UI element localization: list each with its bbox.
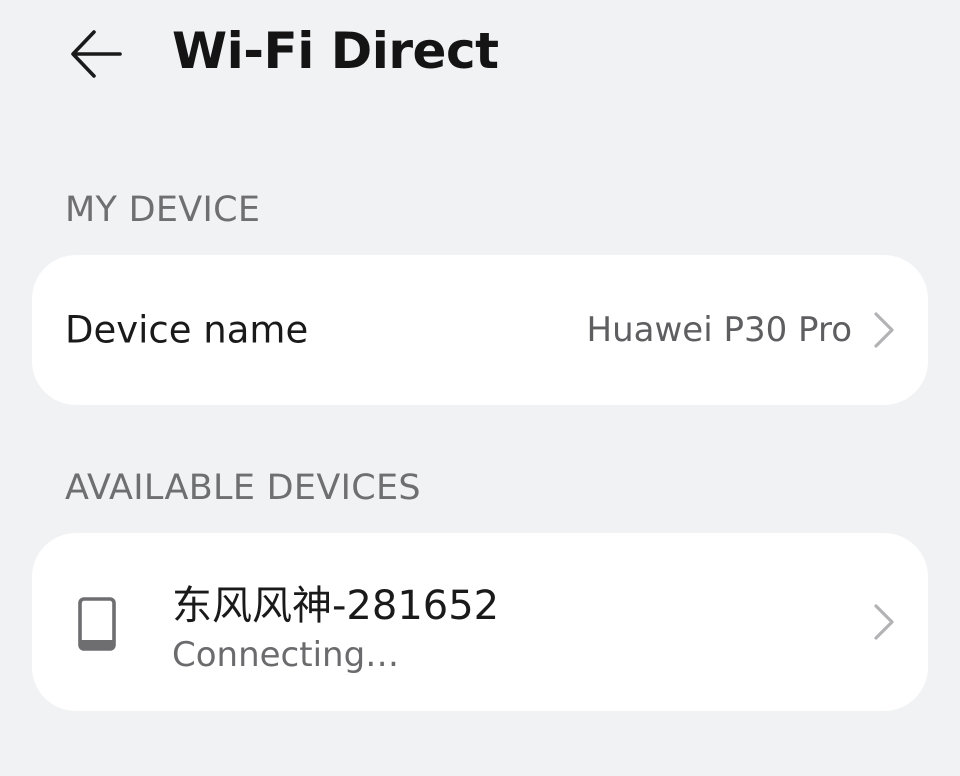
back-button[interactable] (56, 16, 136, 92)
header-bar: Wi-Fi Direct (0, 0, 960, 112)
device-name-value: Huawei P30 Pro (586, 310, 852, 350)
available-device-status: Connecting… (172, 635, 400, 675)
device-name-label: Device name (65, 308, 309, 352)
chevron-right-icon (870, 308, 898, 352)
section-label-my-device: MY DEVICE (65, 190, 261, 230)
section-label-available-devices: AVAILABLE DEVICES (65, 468, 421, 508)
available-device-name: 东风风神-281652 (172, 583, 500, 629)
device-name-row[interactable]: Device name Huawei P30 Pro (32, 255, 928, 405)
available-devices-card: 东风风神-281652 Connecting… (32, 533, 928, 711)
back-arrow-icon (71, 30, 122, 78)
available-device-item[interactable]: 东风风神-281652 Connecting… (32, 533, 928, 711)
chevron-right-icon (870, 600, 898, 644)
phone-icon (77, 596, 117, 652)
page-title: Wi-Fi Direct (172, 22, 499, 80)
my-device-card: Device name Huawei P30 Pro (32, 255, 928, 405)
